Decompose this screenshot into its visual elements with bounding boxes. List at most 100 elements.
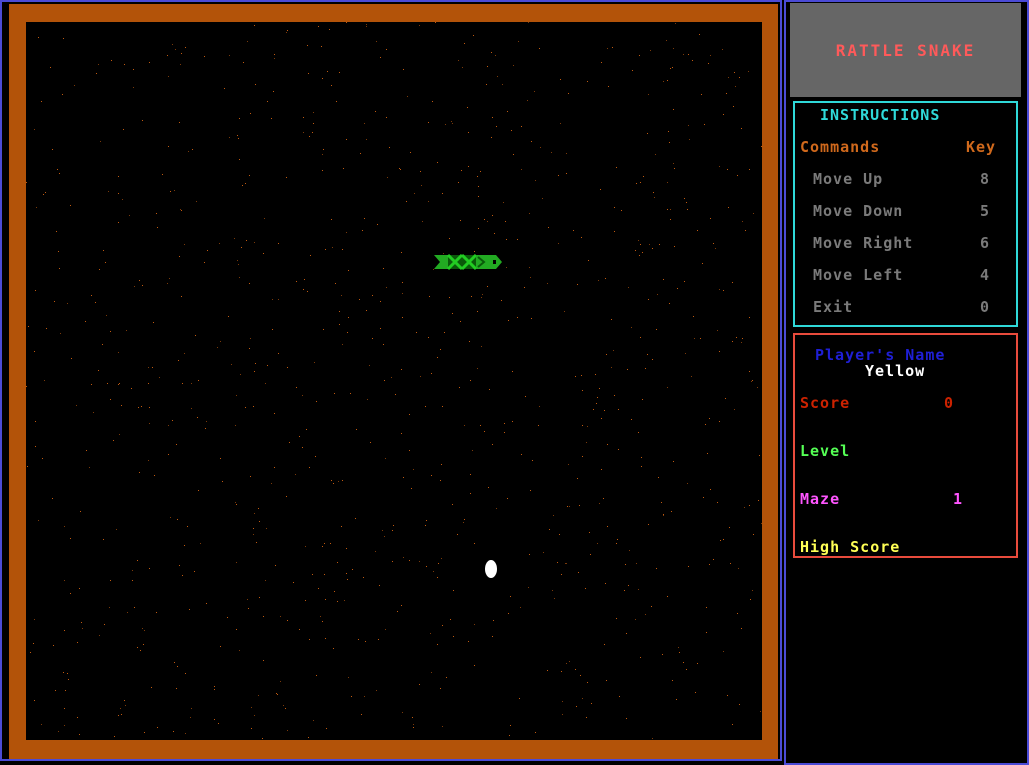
- star-dot: [59, 173, 60, 174]
- star-dot: [684, 198, 685, 199]
- star-dot: [95, 302, 96, 303]
- star-dot: [55, 690, 56, 691]
- star-dot: [389, 147, 390, 148]
- star-dot: [663, 279, 664, 280]
- star-dot: [53, 645, 54, 646]
- star-dot: [647, 133, 648, 134]
- star-dot: [547, 283, 548, 284]
- star-dot: [606, 680, 607, 681]
- star-dot: [342, 344, 343, 345]
- star-dot: [488, 487, 489, 488]
- star-dot: [739, 704, 740, 705]
- key-exit: 0: [980, 298, 991, 316]
- star-dot: [236, 629, 237, 630]
- star-dot: [220, 341, 221, 342]
- star-dot: [673, 48, 674, 49]
- star-dot: [346, 139, 347, 140]
- star-dot: [551, 152, 552, 153]
- star-dot: [507, 111, 508, 112]
- star-dot: [484, 219, 485, 220]
- star-dot: [181, 53, 182, 54]
- star-dot: [366, 139, 367, 140]
- star-dot: [320, 616, 321, 617]
- game-screen: RATTLE SNAKE INSTRUCTIONS Commands Key M…: [0, 0, 1029, 765]
- star-dot: [442, 726, 443, 727]
- star-dot: [99, 269, 100, 270]
- star-dot: [306, 429, 307, 430]
- star-dot: [334, 591, 335, 592]
- star-dot: [59, 268, 60, 269]
- star-dot: [741, 628, 742, 629]
- star-dot: [142, 285, 143, 286]
- star-dot: [645, 614, 646, 615]
- star-dot: [565, 563, 566, 564]
- star-dot: [378, 639, 379, 640]
- star-dot: [315, 456, 316, 457]
- star-dot: [723, 651, 724, 652]
- star-dot: [471, 296, 472, 297]
- star-dot: [110, 580, 111, 581]
- star-dot: [441, 558, 442, 559]
- star-dot: [542, 198, 543, 199]
- star-dot: [247, 41, 248, 42]
- star-dot: [312, 574, 313, 575]
- star-dot: [234, 238, 235, 239]
- star-dot: [569, 506, 570, 507]
- star-dot: [27, 466, 28, 467]
- star-dot: [277, 694, 278, 695]
- star-dot: [313, 123, 314, 124]
- star-dot: [477, 368, 478, 369]
- star-dot: [470, 474, 471, 475]
- star-dot: [406, 201, 407, 202]
- star-dot: [287, 730, 288, 731]
- star-dot: [601, 62, 602, 63]
- star-dot: [149, 423, 150, 424]
- star-dot: [517, 239, 518, 240]
- star-dot: [460, 220, 461, 221]
- star-dot: [143, 644, 144, 645]
- star-dot: [358, 639, 359, 640]
- star-dot: [505, 221, 506, 222]
- star-dot: [677, 288, 678, 289]
- star-dot: [672, 67, 673, 68]
- star-dot: [204, 262, 205, 263]
- star-dot: [331, 219, 332, 220]
- star-dot: [395, 394, 396, 395]
- star-dot: [641, 457, 642, 458]
- star-dot: [535, 180, 536, 181]
- star-dot: [35, 421, 36, 422]
- star-dot: [237, 135, 238, 136]
- star-dot: [695, 692, 696, 693]
- star-dot: [79, 734, 80, 735]
- star-dot: [214, 719, 215, 720]
- star-dot: [139, 472, 140, 473]
- star-dot: [296, 281, 297, 282]
- star-dot: [442, 406, 443, 407]
- star-dot: [274, 413, 275, 414]
- star-dot: [520, 607, 521, 608]
- star-dot: [687, 483, 688, 484]
- star-dot: [172, 44, 173, 45]
- star-dot: [529, 213, 530, 214]
- star-dot: [558, 243, 559, 244]
- star-dot: [605, 278, 606, 279]
- star-dot: [217, 347, 218, 348]
- star-dot: [713, 559, 714, 560]
- star-dot: [383, 344, 384, 345]
- star-dot: [727, 695, 728, 696]
- star-dot: [383, 268, 384, 269]
- star-dot: [322, 154, 323, 155]
- star-dot: [458, 60, 459, 61]
- star-dot: [46, 328, 47, 329]
- star-dot: [278, 353, 279, 354]
- star-dot: [286, 496, 287, 497]
- star-dot: [295, 474, 296, 475]
- star-dot: [535, 732, 536, 733]
- star-dot: [214, 689, 215, 690]
- star-dot: [638, 432, 639, 433]
- star-dot: [192, 149, 193, 150]
- star-dot: [613, 350, 614, 351]
- star-dot: [174, 662, 175, 663]
- star-dot: [487, 66, 488, 67]
- star-dot: [262, 738, 263, 739]
